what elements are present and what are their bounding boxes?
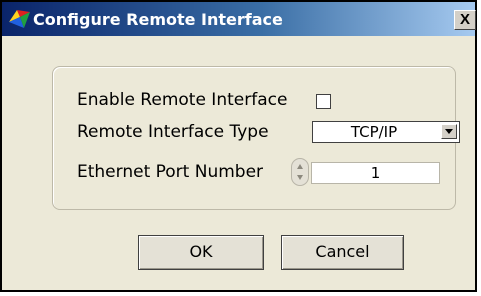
ethernet-port-number-label: Ethernet Port Number <box>77 162 264 182</box>
remote-interface-type-value: TCP/IP <box>350 123 398 141</box>
ok-button[interactable]: OK <box>138 235 264 270</box>
title-bar[interactable]: Configure Remote Interface X <box>2 2 476 36</box>
cancel-button[interactable]: Cancel <box>281 235 404 270</box>
enable-remote-interface-checkbox[interactable] <box>316 94 331 109</box>
port-number-spinner-icon[interactable] <box>291 158 309 186</box>
configure-remote-interface-dialog: Configure Remote Interface X Enable Remo… <box>0 0 477 292</box>
enable-remote-interface-label: Enable Remote Interface <box>77 90 288 110</box>
dropdown-arrow-icon[interactable] <box>441 124 457 139</box>
app-icon <box>8 8 32 30</box>
close-icon[interactable]: X <box>454 10 476 30</box>
window-title: Configure Remote Interface <box>33 10 283 29</box>
remote-interface-type-label: Remote Interface Type <box>77 122 269 142</box>
ethernet-port-number-field[interactable]: 1 <box>311 162 440 184</box>
remote-interface-type-select[interactable]: TCP/IP <box>312 121 460 143</box>
